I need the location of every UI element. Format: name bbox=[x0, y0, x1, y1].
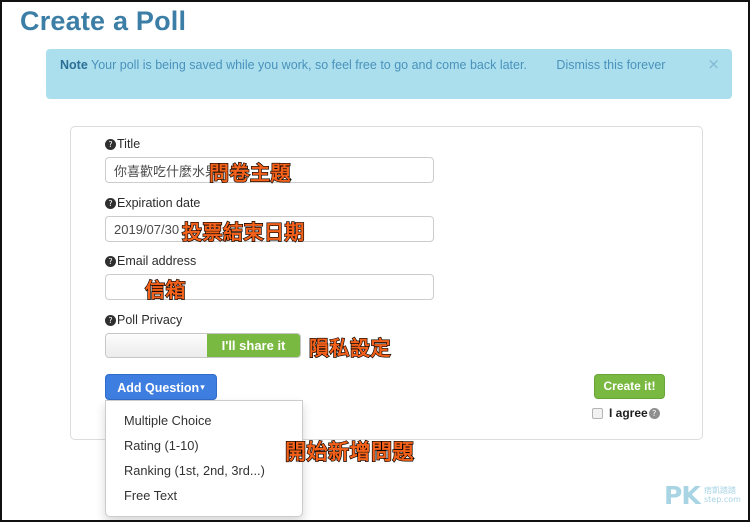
watermark-pk-text: PK bbox=[664, 481, 701, 510]
annotation-add-question: 開始新增問題 bbox=[284, 439, 414, 464]
privacy-label-text: Poll Privacy bbox=[117, 313, 183, 327]
agree-row: I agree ? bbox=[592, 406, 660, 420]
note-alert-bar: Note Your poll is being saved while you … bbox=[46, 49, 732, 99]
help-icon[interactable]: ? bbox=[105, 256, 116, 267]
watermark-chinese-text: 痞凱踏踏 bbox=[704, 486, 736, 495]
annotation-expiration: 投票結束日期 bbox=[181, 219, 305, 244]
watermark-domain-text: step.com bbox=[704, 495, 741, 504]
menu-item-multiple-choice[interactable]: Multiple Choice bbox=[106, 408, 302, 433]
i-agree-checkbox[interactable] bbox=[592, 407, 603, 419]
create-it-button[interactable]: Create it! bbox=[594, 374, 665, 399]
add-question-label: Add Question bbox=[117, 381, 200, 395]
expiration-label-text: Expiration date bbox=[117, 196, 201, 210]
help-icon[interactable]: ? bbox=[105, 139, 116, 150]
help-icon[interactable]: ? bbox=[105, 198, 116, 209]
email-field-label: ? Email address bbox=[105, 254, 196, 268]
menu-item-rating[interactable]: Rating (1-10) bbox=[106, 433, 302, 458]
help-icon[interactable]: ? bbox=[648, 407, 660, 419]
chevron-down-icon: ▾ bbox=[200, 382, 205, 392]
watermark-logo: PK 痞凱踏踏 step.com bbox=[664, 483, 742, 513]
page-title: Create a Poll bbox=[20, 6, 187, 36]
expiration-field-label: ? Expiration date bbox=[105, 196, 200, 210]
privacy-field-label: ? Poll Privacy bbox=[105, 313, 182, 327]
menu-item-ranking[interactable]: Ranking (1st, 2nd, 3rd...) bbox=[106, 458, 302, 483]
privacy-toggle-on[interactable]: I'll share it bbox=[207, 334, 300, 357]
annotation-email: 信箱 bbox=[144, 277, 186, 302]
annotation-title: 問卷主題 bbox=[208, 160, 291, 185]
close-icon[interactable]: × bbox=[707, 56, 720, 72]
menu-item-free-text[interactable]: Free Text bbox=[106, 483, 302, 508]
help-icon[interactable]: ? bbox=[105, 315, 116, 326]
note-label: Note bbox=[60, 58, 88, 72]
privacy-toggle-off[interactable] bbox=[106, 334, 207, 357]
title-label-text: Title bbox=[117, 137, 141, 151]
poll-creation-page: Create a Poll Note Your poll is being sa… bbox=[0, 0, 750, 522]
dismiss-forever-link[interactable]: Dismiss this forever bbox=[556, 58, 665, 72]
add-question-dropdown-menu: Multiple Choice Rating (1-10) Ranking (1… bbox=[105, 400, 303, 517]
note-message: Your poll is being saved while you work,… bbox=[91, 58, 527, 72]
email-label-text: Email address bbox=[117, 254, 197, 268]
add-question-button[interactable]: Add Question▾ bbox=[105, 374, 217, 400]
annotation-privacy: 隕私設定 bbox=[308, 335, 391, 360]
title-field-label: ? Title bbox=[105, 137, 140, 151]
i-agree-label: I agree bbox=[609, 406, 648, 420]
poll-privacy-toggle[interactable]: I'll share it bbox=[105, 333, 301, 358]
